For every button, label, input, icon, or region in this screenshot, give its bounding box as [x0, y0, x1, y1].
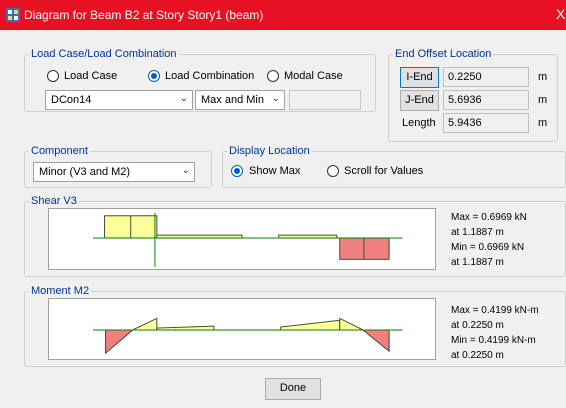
show-max-radio[interactable] — [231, 165, 243, 177]
moment-negative-right — [361, 329, 390, 353]
moment-min-location: at 0.2250 m — [451, 350, 504, 361]
shear-max-text: Max = 0.6969 kN — [451, 212, 527, 223]
show-max-radio-label[interactable]: Show Max — [249, 165, 300, 177]
scroll-for-values-radio-label[interactable]: Scroll for Values — [344, 165, 423, 177]
moment-negative-left — [105, 329, 134, 355]
moment-max-location: at 0.2250 m — [451, 320, 504, 331]
component-group-label: Component — [31, 145, 88, 157]
moment-positive-left — [132, 317, 158, 331]
display-location-group-label: Display Location — [229, 145, 310, 157]
shear-min-text: Min = 0.6969 kN — [451, 242, 525, 253]
load-combination-radio-label[interactable]: Load Combination — [165, 70, 254, 82]
modal-case-radio[interactable] — [267, 70, 279, 82]
j-end-button[interactable]: J-End — [400, 90, 439, 111]
moment-max-text: Max = 0.4199 kN-m — [451, 305, 539, 316]
moment-positive-right — [339, 317, 364, 331]
shear-negative-segment — [339, 237, 390, 260]
modal-case-radio-label[interactable]: Modal Case — [284, 70, 343, 82]
length-label: Length — [402, 117, 436, 129]
moment-group-label: Moment M2 — [31, 285, 90, 297]
moment-positive-middle-left — [156, 325, 215, 331]
i-end-button[interactable]: I-End — [400, 67, 439, 88]
shear-diagram[interactable] — [48, 208, 436, 270]
i-end-value: 0.2250 — [443, 67, 529, 87]
moment-diagram[interactable] — [48, 298, 436, 360]
close-icon[interactable]: X — [556, 6, 565, 22]
length-unit: m — [538, 117, 548, 129]
load-case-radio[interactable] — [47, 70, 59, 82]
moment-summary: Max = 0.4199 kN-m at 0.2250 m Min = 0.41… — [451, 303, 539, 363]
window-title: Diagram for Beam B2 at Story Story1 (bea… — [24, 8, 264, 22]
load-case-radio-label[interactable]: Load Case — [64, 70, 117, 82]
step-field — [289, 90, 361, 110]
moment-positive-middle-right — [280, 319, 341, 331]
app-icon — [6, 8, 20, 22]
j-end-unit: m — [538, 94, 548, 106]
chevron-down-icon: ⌄ — [179, 93, 188, 104]
chevron-down-icon: ⌄ — [271, 93, 280, 104]
load-combination-select[interactable]: DCon14 ⌄ — [45, 90, 193, 110]
chevron-down-icon: ⌄ — [181, 165, 190, 176]
length-value: 5.9436 — [443, 113, 529, 133]
component-select[interactable]: Minor (V3 and M2) ⌄ — [33, 162, 195, 182]
envelope-type-value: Max and Min — [201, 94, 264, 106]
end-offset-group-label: End Offset Location — [395, 48, 492, 60]
j-end-value: 5.6936 — [443, 90, 529, 110]
load-combination-radio[interactable] — [148, 70, 160, 82]
done-button[interactable]: Done — [265, 378, 321, 400]
shear-summary: Max = 0.6969 kN at 1.1887 m Min = 0.6969… — [451, 210, 527, 270]
component-value: Minor (V3 and M2) — [39, 166, 131, 178]
load-case-group-label: Load Case/Load Combination — [31, 48, 177, 60]
shear-min-location: at 1.1887 m — [451, 257, 504, 268]
shear-max-location: at 1.1887 m — [451, 227, 504, 238]
envelope-type-select[interactable]: Max and Min ⌄ — [195, 90, 285, 110]
scroll-for-values-radio[interactable] — [327, 165, 339, 177]
shear-group-label: Shear V3 — [31, 195, 77, 207]
i-end-unit: m — [538, 71, 548, 83]
moment-min-text: Min = 0.4199 kN-m — [451, 335, 536, 346]
load-combination-value: DCon14 — [51, 94, 92, 106]
title-bar: Diagram for Beam B2 at Story Story1 (bea… — [0, 0, 566, 30]
